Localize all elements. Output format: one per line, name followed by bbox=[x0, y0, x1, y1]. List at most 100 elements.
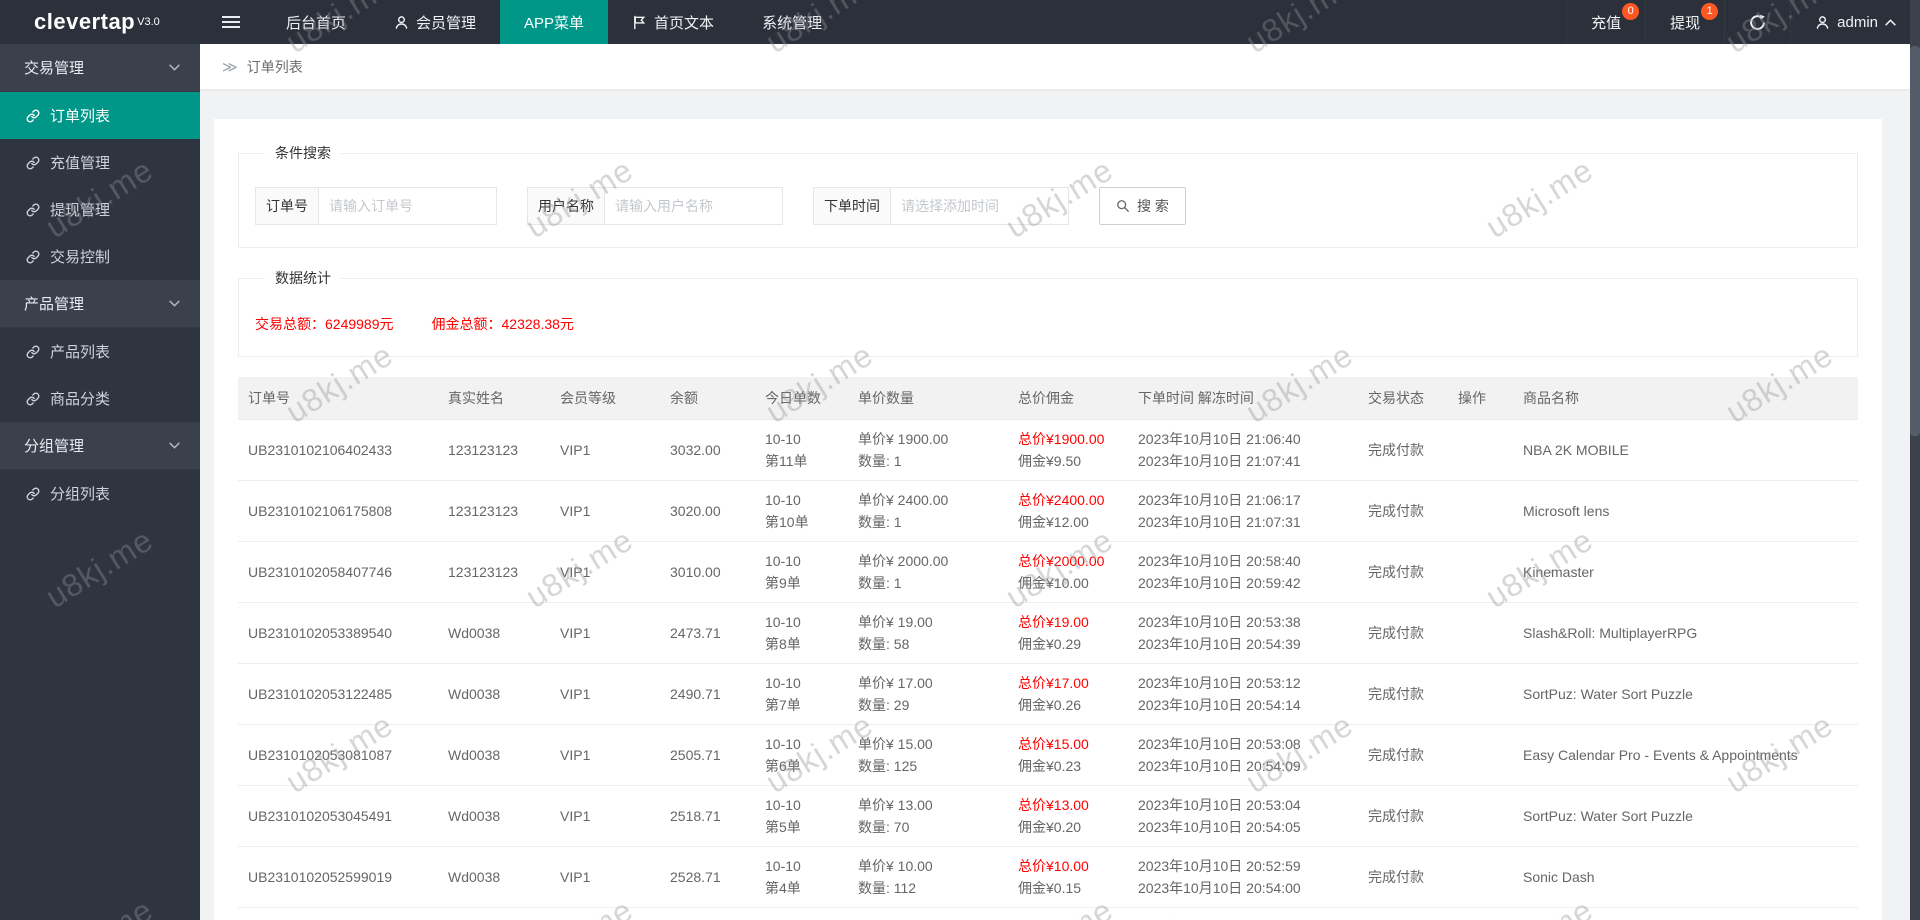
recharge-badge: 0 bbox=[1622, 3, 1639, 20]
username-input[interactable] bbox=[605, 187, 783, 225]
sidebar-item-order-list[interactable]: 订单列表 bbox=[0, 92, 200, 139]
cell-today-orders: 10-10第7单 bbox=[755, 663, 848, 724]
sidebar-item-recharge-manage[interactable]: 充值管理 bbox=[0, 139, 200, 186]
refresh-button[interactable] bbox=[1724, 0, 1790, 44]
withdraw-button[interactable]: 提现 1 bbox=[1645, 0, 1724, 44]
cell-unit-qty: 单价¥ 1900.00数量: 1 bbox=[848, 419, 1008, 480]
table-row: UB2310102053081087 Wd0038 VIP1 2505.71 1… bbox=[238, 724, 1858, 785]
admin-dropdown[interactable]: admin bbox=[1790, 0, 1920, 44]
col-order-no: 订单号 bbox=[238, 377, 438, 419]
cell-total-commission: 总价¥2400.00佣金¥12.00 bbox=[1008, 480, 1128, 541]
nav-item-members[interactable]: 会员管理 bbox=[370, 0, 500, 44]
cell-total-commission: 总价¥10.00佣金¥0.15 bbox=[1008, 846, 1128, 907]
cell-vip-level: VIP1 bbox=[550, 663, 660, 724]
cell-status: 完成付款 bbox=[1358, 907, 1448, 920]
sidebar-item-product-category[interactable]: 商品分类 bbox=[0, 375, 200, 422]
table-row: UB2310102053122485 Wd0038 VIP1 2490.71 1… bbox=[238, 663, 1858, 724]
table-row: UB2310102058407746 123123123 VIP1 3010.0… bbox=[238, 541, 1858, 602]
cell-times: 2023年10月10日 21:06:172023年10月10日 21:07:31 bbox=[1128, 480, 1358, 541]
cell-total-commission: 总价¥950.00佣金¥4.75 bbox=[1008, 907, 1128, 920]
table-row: UB2310102106175808 123123123 VIP1 3020.0… bbox=[238, 480, 1858, 541]
user-icon bbox=[394, 15, 409, 30]
table-row: UB2310102052555276 Wd0038 VIP1 2523.96 1… bbox=[238, 907, 1858, 920]
order-no-label: 订单号 bbox=[255, 187, 319, 225]
logo-text: clevertap bbox=[34, 9, 135, 35]
status-badge: 完成付款 bbox=[1368, 625, 1424, 641]
nav-menu: 后台首页 会员管理 APP菜单 首页文本 系统管理 bbox=[262, 0, 846, 44]
link-icon bbox=[26, 345, 40, 359]
stats-fieldset: 数据统计 交易总额：6249989元 佣金总额：42328.38元 bbox=[238, 268, 1858, 357]
cell-today-orders: 10-10第9单 bbox=[755, 541, 848, 602]
username-field-group: 用户名称 bbox=[527, 187, 783, 225]
cell-balance: 2490.71 bbox=[660, 663, 755, 724]
sidebar-item-withdraw-manage[interactable]: 提现管理 bbox=[0, 186, 200, 233]
nav-item-app-menu[interactable]: APP菜单 bbox=[500, 0, 608, 44]
cell-balance: 2518.71 bbox=[660, 785, 755, 846]
cell-vip-level: VIP1 bbox=[550, 846, 660, 907]
cell-real-name: 123123123 bbox=[438, 480, 550, 541]
cell-action bbox=[1448, 480, 1513, 541]
sidebar-group-header[interactable]: 分组管理 bbox=[0, 422, 200, 470]
sidebar-item-group-list[interactable]: 分组列表 bbox=[0, 470, 200, 517]
stats-legend: 数据统计 bbox=[265, 268, 341, 288]
nav-item-system[interactable]: 系统管理 bbox=[738, 0, 846, 44]
link-icon bbox=[26, 487, 40, 501]
sidebar-group-header[interactable]: 交易管理 bbox=[0, 44, 200, 92]
vertical-scrollbar-thumb[interactable] bbox=[1910, 46, 1920, 436]
sidebar-toggle-button[interactable] bbox=[200, 0, 262, 44]
cell-status: 完成付款 bbox=[1358, 419, 1448, 480]
vertical-scrollbar-track[interactable] bbox=[1910, 0, 1920, 920]
cell-today-orders: 10-10第8单 bbox=[755, 602, 848, 663]
cell-total-commission: 总价¥13.00佣金¥0.20 bbox=[1008, 785, 1128, 846]
cell-product: Minecraft bbox=[1513, 907, 1858, 920]
order-no-field-group: 订单号 bbox=[255, 187, 497, 225]
sidebar-group-header[interactable]: 产品管理 bbox=[0, 280, 200, 328]
sidebar-item-product-list[interactable]: 产品列表 bbox=[0, 328, 200, 375]
cell-status: 完成付款 bbox=[1358, 846, 1448, 907]
cell-unit-qty: 单价¥ 13.00数量: 70 bbox=[848, 785, 1008, 846]
recharge-button[interactable]: 充值 0 bbox=[1566, 0, 1645, 44]
cell-times: 2023年10月10日 20:53:042023年10月10日 20:54:05 bbox=[1128, 785, 1358, 846]
cell-vip-level: VIP1 bbox=[550, 907, 660, 920]
link-icon bbox=[26, 250, 40, 264]
cell-real-name: Wd0038 bbox=[438, 785, 550, 846]
nav-item-dashboard[interactable]: 后台首页 bbox=[262, 0, 370, 44]
col-unit-qty: 单价数量 bbox=[848, 377, 1008, 419]
cell-real-name: 123123123 bbox=[438, 419, 550, 480]
link-icon bbox=[26, 109, 40, 123]
cell-product: SortPuz: Water Sort Puzzle bbox=[1513, 663, 1858, 724]
cell-action bbox=[1448, 602, 1513, 663]
search-button[interactable]: 搜 索 bbox=[1099, 187, 1186, 225]
cell-order-no: UB2310102058407746 bbox=[238, 541, 438, 602]
cell-vip-level: VIP1 bbox=[550, 480, 660, 541]
cell-times: 2023年10月10日 20:58:402023年10月10日 20:59:42 bbox=[1128, 541, 1358, 602]
logo-version: V3.0 bbox=[137, 16, 160, 28]
cell-order-no: UB2310102106175808 bbox=[238, 480, 438, 541]
status-badge: 完成付款 bbox=[1368, 869, 1424, 885]
order-time-input[interactable] bbox=[891, 187, 1069, 225]
username-label: 用户名称 bbox=[527, 187, 605, 225]
cell-status: 完成付款 bbox=[1358, 663, 1448, 724]
order-table-body: UB2310102106402433 123123123 VIP1 3032.0… bbox=[238, 419, 1858, 920]
chevron-down-icon bbox=[169, 300, 180, 307]
cell-times: 2023年10月10日 20:52:592023年10月10日 20:54:00 bbox=[1128, 846, 1358, 907]
cell-balance: 3032.00 bbox=[660, 419, 755, 480]
cell-order-no: UB2310102106402433 bbox=[238, 419, 438, 480]
cell-balance: 2528.71 bbox=[660, 846, 755, 907]
user-icon bbox=[1815, 15, 1830, 30]
cell-status: 完成付款 bbox=[1358, 480, 1448, 541]
cell-unit-qty: 单价¥ 2000.00数量: 1 bbox=[848, 541, 1008, 602]
nav-item-home-text[interactable]: 首页文本 bbox=[608, 0, 738, 44]
cell-unit-qty: 单价¥ 2400.00数量: 1 bbox=[848, 480, 1008, 541]
cell-order-no: UB2310102052555276 bbox=[238, 907, 438, 920]
cell-status: 完成付款 bbox=[1358, 602, 1448, 663]
col-balance: 余额 bbox=[660, 377, 755, 419]
order-time-label: 下单时间 bbox=[813, 187, 891, 225]
cell-status: 完成付款 bbox=[1358, 785, 1448, 846]
cell-action bbox=[1448, 663, 1513, 724]
order-no-input[interactable] bbox=[319, 187, 497, 225]
cell-total-commission: 总价¥15.00佣金¥0.23 bbox=[1008, 724, 1128, 785]
sidebar-item-trade-control[interactable]: 交易控制 bbox=[0, 233, 200, 280]
breadcrumb-chevrons-icon: ≫ bbox=[222, 58, 238, 76]
cell-product: Easy Calendar Pro - Events & Appointment… bbox=[1513, 724, 1858, 785]
